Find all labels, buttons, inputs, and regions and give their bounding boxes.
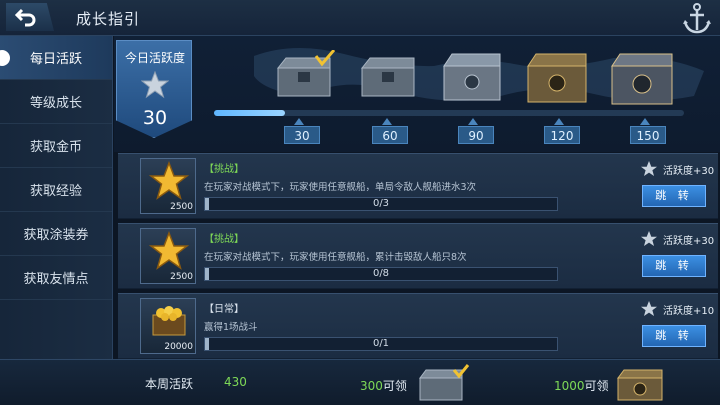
activity-progress-bar [214, 110, 684, 116]
sidebar-item-get-friendship[interactable]: 获取友情点 [0, 256, 112, 300]
chest-60-icon[interactable] [356, 50, 420, 102]
jump-button[interactable]: 跳 转 [642, 255, 706, 277]
selection-dot-icon [0, 50, 10, 66]
today-activity-badge: 今日活跃度 30 [116, 40, 192, 138]
task-card: 2500 【挑战】 在玩家对战模式下，玩家使用任意舰船，单局令敌人舰船进水3次 … [118, 153, 718, 219]
weekly-reward-300: 300可领 [360, 377, 407, 394]
milestone-marker [468, 118, 478, 125]
milestone-150: 150 [630, 126, 666, 144]
sidebar-item-label: 获取友情点 [23, 272, 89, 287]
gold-coins-chest-icon [152, 306, 186, 336]
chest-30-icon[interactable] [272, 50, 336, 102]
task-description: 在玩家对战模式下，玩家使用任意舰船，累计击毁敌人船只8次 [204, 252, 467, 263]
sidebar-item-label: 每日活跃 [29, 52, 82, 67]
task-tag: 【日常】 [204, 304, 244, 315]
milestone-marker [640, 118, 650, 125]
chest-120-icon[interactable] [524, 50, 590, 106]
task-tag: 【挑战】 [204, 164, 244, 175]
anchor-icon[interactable] [680, 2, 714, 36]
jump-button[interactable]: 跳 转 [642, 325, 706, 347]
task-description: 在玩家对战模式下，玩家使用任意舰船，单局令敌人舰船进水3次 [204, 182, 477, 193]
weekly-reward-suffix: 可领 [584, 379, 609, 393]
weekly-reward-threshold: 1000 [554, 379, 585, 393]
gold-star-icon [149, 161, 189, 200]
sidebar-item-label: 获取金币 [29, 140, 82, 155]
task-reward-item: 2500 [140, 158, 196, 214]
sidebar-item-label: 获取涂装券 [23, 228, 89, 243]
daily-activity-panel: 今日活跃度 30 30 60 90 120 150 [114, 36, 720, 152]
weekly-activity-value: 430 [224, 375, 247, 389]
sidebar-item-label: 等级成长 [29, 96, 82, 111]
task-activity-reward: 活跃度+30 [663, 236, 715, 247]
task-reward-item: 2500 [140, 228, 196, 284]
task-progress-bar: 0/1 [204, 337, 558, 351]
sidebar-item-get-gold[interactable]: 获取金币 [0, 124, 112, 168]
task-card: 20000 【日常】 赢得1场战斗 0/1 活跃度+10 跳 转 [118, 293, 718, 359]
weekly-reward-suffix: 可领 [382, 379, 407, 393]
activity-progress-fill [214, 110, 285, 116]
back-button[interactable] [6, 3, 54, 31]
milestone-marker [382, 118, 392, 125]
sidebar-item-daily-activity[interactable]: 每日活跃 [0, 36, 112, 80]
task-progress-text: 0/1 [372, 338, 390, 349]
activity-star-icon [641, 231, 657, 246]
task-progress-text: 0/3 [372, 198, 390, 209]
milestone-marker [554, 118, 564, 125]
milestone-30: 30 [284, 126, 320, 144]
sidebar-item-get-paint-voucher[interactable]: 获取涂装券 [0, 212, 112, 256]
task-description: 赢得1场战斗 [204, 322, 258, 333]
weekly-reward-1000: 1000可领 [554, 377, 609, 394]
sidebar-item-label: 获取经验 [29, 184, 82, 199]
gold-star-icon [149, 231, 189, 270]
weekly-chest-1000-icon[interactable] [614, 364, 668, 404]
chest-150-icon[interactable] [608, 50, 676, 108]
milestone-marker [294, 118, 304, 125]
sidebar: 每日活跃 等级成长 获取金币 获取经验 获取涂装券 获取友情点 [0, 36, 113, 405]
milestone-60: 60 [372, 126, 408, 144]
chest-90-icon[interactable] [440, 50, 504, 104]
task-icon-count: 20000 [164, 342, 193, 352]
milestone-120: 120 [544, 126, 580, 144]
task-activity-reward: 活跃度+30 [663, 166, 715, 177]
task-progress-text: 0/8 [372, 268, 390, 279]
today-activity-value: 30 [142, 107, 168, 129]
top-header: 成长指引 [0, 0, 720, 36]
task-reward-item: 20000 [140, 298, 196, 354]
activity-star-icon [641, 161, 657, 176]
weekly-activity-label: 本周活跃 [145, 377, 194, 391]
sidebar-item-level-growth[interactable]: 等级成长 [0, 80, 112, 124]
today-activity-label: 今日活跃度 [124, 51, 185, 65]
jump-button[interactable]: 跳 转 [642, 185, 706, 207]
milestone-90: 90 [458, 126, 494, 144]
silver-star-icon [141, 71, 169, 99]
task-card: 2500 【挑战】 在玩家对战模式下，玩家使用任意舰船，累计击毁敌人船只8次 0… [118, 223, 718, 289]
weekly-activity-bar: 本周活跃 430 300可领 1000可领 [0, 359, 720, 405]
task-icon-count: 2500 [170, 272, 193, 282]
task-activity-reward: 活跃度+10 [663, 306, 715, 317]
task-tag: 【挑战】 [204, 234, 244, 245]
activity-star-icon [641, 301, 657, 316]
weekly-chest-300-icon[interactable] [416, 364, 470, 404]
page-title: 成长指引 [76, 10, 141, 28]
task-progress-bar: 0/8 [204, 267, 558, 281]
weekly-reward-threshold: 300 [360, 379, 383, 393]
back-arrow-icon [14, 8, 36, 27]
task-progress-bar: 0/3 [204, 197, 558, 211]
sidebar-item-get-exp[interactable]: 获取经验 [0, 168, 112, 212]
task-list: 2500 【挑战】 在玩家对战模式下，玩家使用任意舰船，单局令敌人舰船进水3次 … [118, 153, 720, 359]
task-icon-count: 2500 [170, 202, 193, 212]
